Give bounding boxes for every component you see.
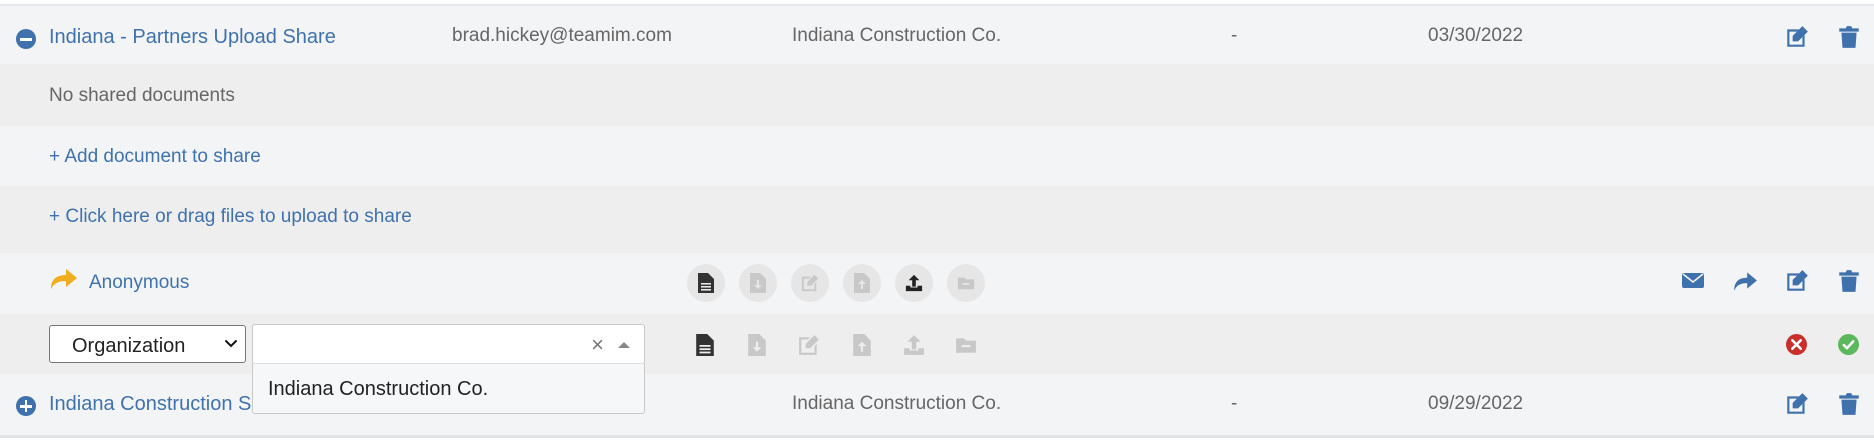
delete-icon[interactable] [1836, 24, 1862, 50]
upload-version-permission-icon[interactable] [843, 264, 881, 302]
edit-icon[interactable] [1784, 268, 1810, 294]
upload-permission-icon[interactable] [903, 334, 925, 356]
delete-icon[interactable] [1836, 268, 1862, 294]
share-name-link[interactable]: Indiana - Partners Upload Share [49, 26, 336, 49]
recipient-name: Anonymous [89, 272, 190, 293]
share-email: brad.hickey@teamim.com [452, 25, 672, 46]
edit-icon[interactable] [1784, 391, 1810, 417]
share-organization: Indiana Construction Co. [792, 393, 1002, 414]
upload-version-permission-icon[interactable] [852, 334, 872, 356]
share-name-link[interactable]: Indiana Construction Sh [49, 393, 262, 416]
share-organization: Indiana Construction Co. [792, 25, 1002, 46]
download-permission-icon[interactable] [747, 334, 767, 356]
upload-files-link[interactable]: + Click here or drag files to upload to … [49, 206, 412, 228]
email-icon[interactable] [1681, 269, 1705, 291]
recipient-row: Anonymous [0, 253, 1874, 314]
share-row-1: Indiana - Partners Upload Share brad.hic… [0, 4, 1874, 64]
add-document-link[interactable]: + Add document to share [49, 146, 261, 168]
confirm-icon[interactable] [1838, 334, 1859, 355]
chevron-down-icon [223, 334, 239, 350]
caret-up-icon[interactable] [618, 342, 630, 348]
recipient-search-combobox[interactable]: × [252, 324, 645, 364]
share-date: 09/29/2022 [1428, 393, 1524, 414]
no-documents-row: No shared documents [0, 64, 1874, 126]
recipient-type-value: Organization [72, 335, 186, 357]
share-expiry: - [1231, 25, 1238, 46]
folder-permission-icon[interactable] [955, 335, 977, 355]
dropdown-option-label: Indiana Construction Co. [268, 378, 489, 400]
clear-icon[interactable]: × [591, 332, 604, 358]
add-document-row: + Add document to share [0, 126, 1874, 186]
share-arrow-icon [49, 266, 79, 292]
download-permission-icon[interactable] [739, 264, 777, 302]
no-documents-text: No shared documents [49, 85, 235, 106]
folder-permission-icon[interactable] [947, 264, 985, 302]
share-date: 03/30/2022 [1428, 25, 1524, 46]
expand-icon[interactable] [16, 396, 36, 416]
edit-icon[interactable] [1784, 24, 1810, 50]
upload-permission-icon[interactable] [895, 264, 933, 302]
recipient-dropdown-option[interactable]: Indiana Construction Co. [252, 363, 645, 414]
view-permission-icon[interactable] [695, 334, 715, 356]
collapse-icon[interactable] [16, 29, 36, 49]
reshare-icon[interactable] [1732, 268, 1758, 294]
share-expiry: - [1231, 393, 1238, 414]
edit-permission-icon[interactable] [791, 264, 829, 302]
delete-icon[interactable] [1836, 391, 1862, 417]
view-permission-icon[interactable] [687, 264, 725, 302]
upload-row: + Click here or drag files to upload to … [0, 186, 1874, 253]
recipient-type-select[interactable]: Organization [49, 325, 246, 363]
edit-permission-icon[interactable] [798, 334, 820, 356]
cancel-icon[interactable] [1786, 334, 1807, 355]
